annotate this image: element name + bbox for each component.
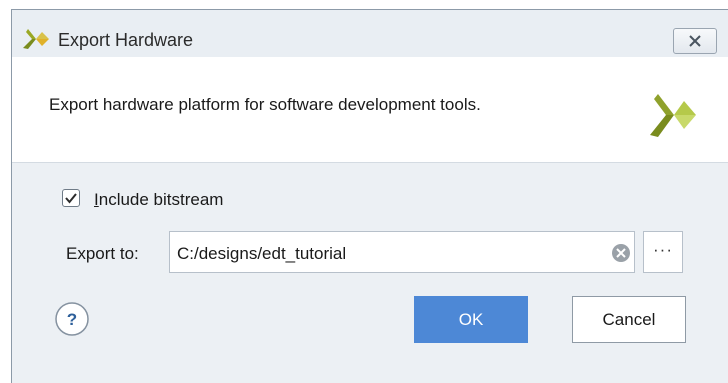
cancel-button[interactable]: Cancel: [572, 296, 686, 343]
export-path-value: C:/designs/edt_tutorial: [177, 244, 347, 263]
header-description: Export hardware platform for software de…: [49, 95, 481, 114]
clear-icon[interactable]: [611, 243, 631, 263]
xilinx-logo-icon: [23, 29, 49, 49]
dialog-header: Export hardware platform for software de…: [12, 57, 728, 163]
xilinx-logo-icon: [650, 94, 696, 137]
close-icon: [689, 35, 701, 47]
ok-button[interactable]: OK: [414, 296, 528, 343]
include-bitstream-label[interactable]: Include bitstream: [94, 190, 223, 210]
export-path-input[interactable]: C:/designs/edt_tutorial: [169, 231, 635, 273]
browse-button[interactable]: ···: [643, 231, 683, 273]
help-icon: ?: [67, 310, 77, 329]
window-title: Export Hardware: [58, 30, 194, 50]
include-bitstream-checkbox[interactable]: [62, 189, 80, 207]
close-button[interactable]: [673, 28, 717, 54]
export-to-label: Export to:: [66, 244, 139, 263]
include-bitstream-label-rest: nclude bitstream: [98, 190, 224, 209]
help-button[interactable]: ?: [54, 301, 90, 337]
checkmark-icon: [65, 193, 77, 204]
